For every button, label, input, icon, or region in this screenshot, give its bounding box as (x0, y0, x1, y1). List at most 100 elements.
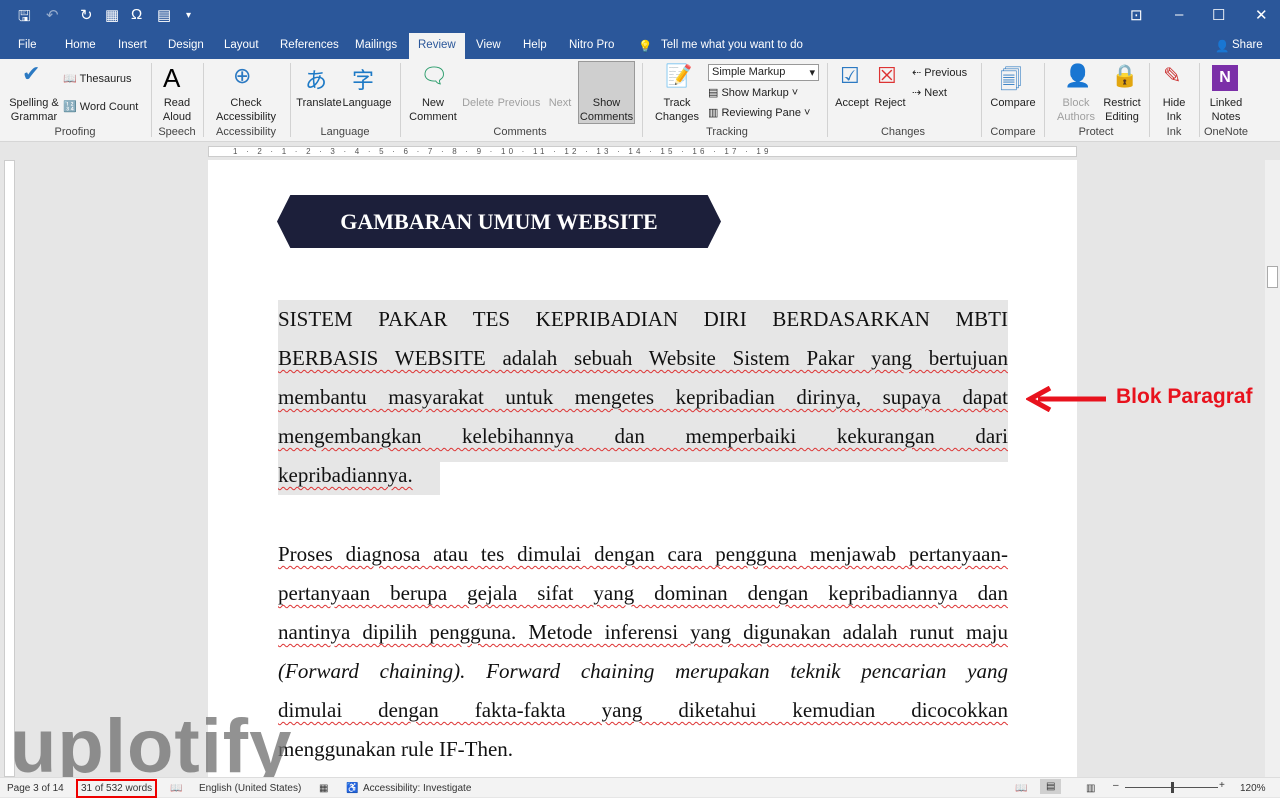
ribbon-display-icon[interactable]: ⊡ (1130, 6, 1143, 24)
restrict-editing-button[interactable]: Restrict Editing (1100, 96, 1144, 124)
web-layout-icon[interactable]: ▥ (1086, 783, 1095, 794)
next-change-button[interactable]: ⇢ Next (912, 86, 947, 99)
selected-line[interactable]: SISTEM PAKAR TES KEPRIBADIAN DIRI BERDAS… (278, 300, 1008, 339)
track-icon[interactable]: ▦ (319, 783, 328, 794)
group-proofing: Proofing (54, 126, 96, 138)
divider (400, 63, 401, 137)
divider (981, 63, 982, 137)
hide-ink-button[interactable]: Hide Ink (1154, 96, 1194, 124)
group-comments: Comments (493, 126, 547, 138)
zoom-in-button[interactable]: + (1219, 780, 1225, 791)
tab-home[interactable]: Home (65, 39, 96, 51)
minimize-icon[interactable]: – (1175, 6, 1183, 23)
block-authors-button[interactable]: Block Authors (1050, 96, 1102, 124)
track-changes-button[interactable]: Track Changes (650, 96, 704, 124)
share-icon[interactable]: 👤 (1215, 39, 1229, 53)
undo-icon[interactable]: ↶ (46, 6, 59, 24)
paragraph-line[interactable]: Proses diagnosa atau tes dimulai dengan … (278, 535, 1008, 574)
selected-line[interactable]: BERBASIS WEBSITE adalah sebuah Website S… (278, 339, 1008, 378)
next-comment-button[interactable]: Next (544, 96, 576, 110)
tab-design[interactable]: Design (168, 39, 204, 51)
label: Restrict (1103, 97, 1141, 109)
tab-insert[interactable]: Insert (118, 39, 147, 51)
paragraph-line[interactable]: dimulai dengan fakta-fakta yang diketahu… (278, 691, 1008, 730)
horizontal-ruler[interactable]: 1 · 2 · 1 · 2 · 3 · 4 · 5 · 6 · 7 · 8 · … (208, 146, 1077, 157)
zoom-level[interactable]: 120% (1240, 783, 1266, 794)
spelling-grammar-button[interactable]: Spelling & Grammar (6, 96, 62, 124)
previous-comment-button[interactable]: Previous (496, 96, 542, 110)
label: Show (592, 97, 621, 109)
scrollbar-thumb[interactable] (1267, 266, 1278, 288)
paragraph-line[interactable]: menggunakan rule IF-Then. (278, 730, 1008, 769)
divider (642, 63, 643, 137)
check-accessibility-icon: ⊕ (233, 63, 252, 88)
language-status[interactable]: English (United States) (199, 783, 301, 794)
share-button[interactable]: Share (1232, 39, 1263, 51)
tab-references[interactable]: References (280, 39, 339, 51)
check-accessibility-button[interactable]: Check Accessibility (208, 96, 284, 124)
translate-button[interactable]: Translate (296, 96, 342, 110)
zoom-slider-thumb[interactable] (1171, 782, 1174, 793)
paragraph-line[interactable]: nantinya dipilih pengguna. Metode infere… (278, 613, 1008, 652)
language-button[interactable]: Language (342, 96, 392, 110)
markup-select[interactable]: Simple Markup ▾ (708, 64, 819, 81)
customize-icon[interactable]: ▾ (186, 10, 191, 21)
selected-line[interactable]: kepribadiannya. (278, 456, 440, 495)
tab-file[interactable]: File (18, 39, 37, 51)
new-comment-button[interactable]: New Comment (406, 96, 460, 124)
translate-icon: あ (305, 68, 328, 93)
label: Track (663, 97, 691, 109)
delete-comment-button[interactable]: Delete (460, 96, 496, 110)
redo-icon[interactable]: ↻ (80, 6, 93, 24)
label: Aloud (162, 111, 192, 123)
divider (203, 63, 204, 137)
read-aloud-button[interactable]: Read Aloud (157, 96, 197, 124)
selected-line[interactable]: membantu masyarakat untuk mengetes kepri… (278, 378, 1008, 417)
vertical-ruler[interactable] (4, 160, 15, 777)
tell-me-search[interactable]: Tell me what you want to do (661, 39, 803, 51)
paragraph-line[interactable]: pertanyaan berupa gejala sifat yang domi… (278, 574, 1008, 613)
compare-button[interactable]: Compare (986, 96, 1040, 110)
show-comments-button[interactable]: Show Comments (578, 61, 635, 124)
close-icon[interactable]: ✕ (1255, 6, 1268, 24)
word-count-button[interactable]: 🔢 Word Count (63, 100, 138, 113)
ribbon-tabs: File Home Insert Design Layout Reference… (0, 33, 1280, 59)
page-indicator[interactable]: Page 3 of 14 (7, 783, 64, 794)
zoom-out-button[interactable]: – (1113, 780, 1119, 791)
reject-button[interactable]: Reject (872, 96, 908, 110)
maximize-icon[interactable]: ☐ (1212, 6, 1225, 24)
table-icon[interactable]: ▦ (105, 6, 119, 24)
read-aloud-icon: A (163, 63, 181, 93)
tab-layout[interactable]: Layout (224, 39, 259, 51)
tab-mailings[interactable]: Mailings (355, 39, 397, 51)
read-mode-icon[interactable]: 📖 (1015, 783, 1027, 794)
label: Accessibility (216, 111, 276, 123)
previous-change-button[interactable]: ⇠ Previous (912, 66, 967, 79)
reject-icon: ☒ (877, 63, 897, 88)
accept-button[interactable]: Accept (833, 96, 871, 110)
show-markup-button[interactable]: ▤ Show Markup ˅ (708, 86, 798, 99)
document-icon[interactable]: ▤ (157, 6, 171, 24)
vertical-scrollbar[interactable] (1265, 160, 1280, 777)
group-tracking: Tracking (706, 126, 748, 138)
omega-icon[interactable]: Ω (131, 6, 142, 23)
word-count[interactable]: 31 of 532 words (76, 779, 158, 798)
proofing-icon[interactable]: 📖 (170, 783, 182, 794)
label: Word Count (79, 101, 139, 113)
paragraph-line[interactable]: (Forward chaining). Forward chaining mer… (278, 652, 1008, 691)
reviewing-pane-button[interactable]: ▥ Reviewing Pane ˅ (708, 106, 810, 119)
save-icon[interactable]: 🖫 (18, 6, 31, 31)
divider (1199, 63, 1200, 137)
label: Comments (579, 111, 634, 123)
accessibility-status[interactable]: Accessibility: Investigate (363, 783, 471, 794)
label: Comment (409, 111, 457, 123)
tab-review[interactable]: Review (409, 33, 465, 59)
tab-help[interactable]: Help (523, 39, 547, 51)
tab-nitro-pro[interactable]: Nitro Pro (569, 39, 614, 51)
label: Notes (1211, 111, 1241, 123)
thesaurus-button[interactable]: 📖 Thesaurus (63, 72, 132, 85)
print-layout-icon[interactable]: ▤ (1040, 779, 1062, 794)
tab-view[interactable]: View (476, 39, 501, 51)
linked-notes-button[interactable]: Linked Notes (1203, 96, 1249, 124)
accessibility-icon[interactable]: ♿ (346, 783, 358, 794)
